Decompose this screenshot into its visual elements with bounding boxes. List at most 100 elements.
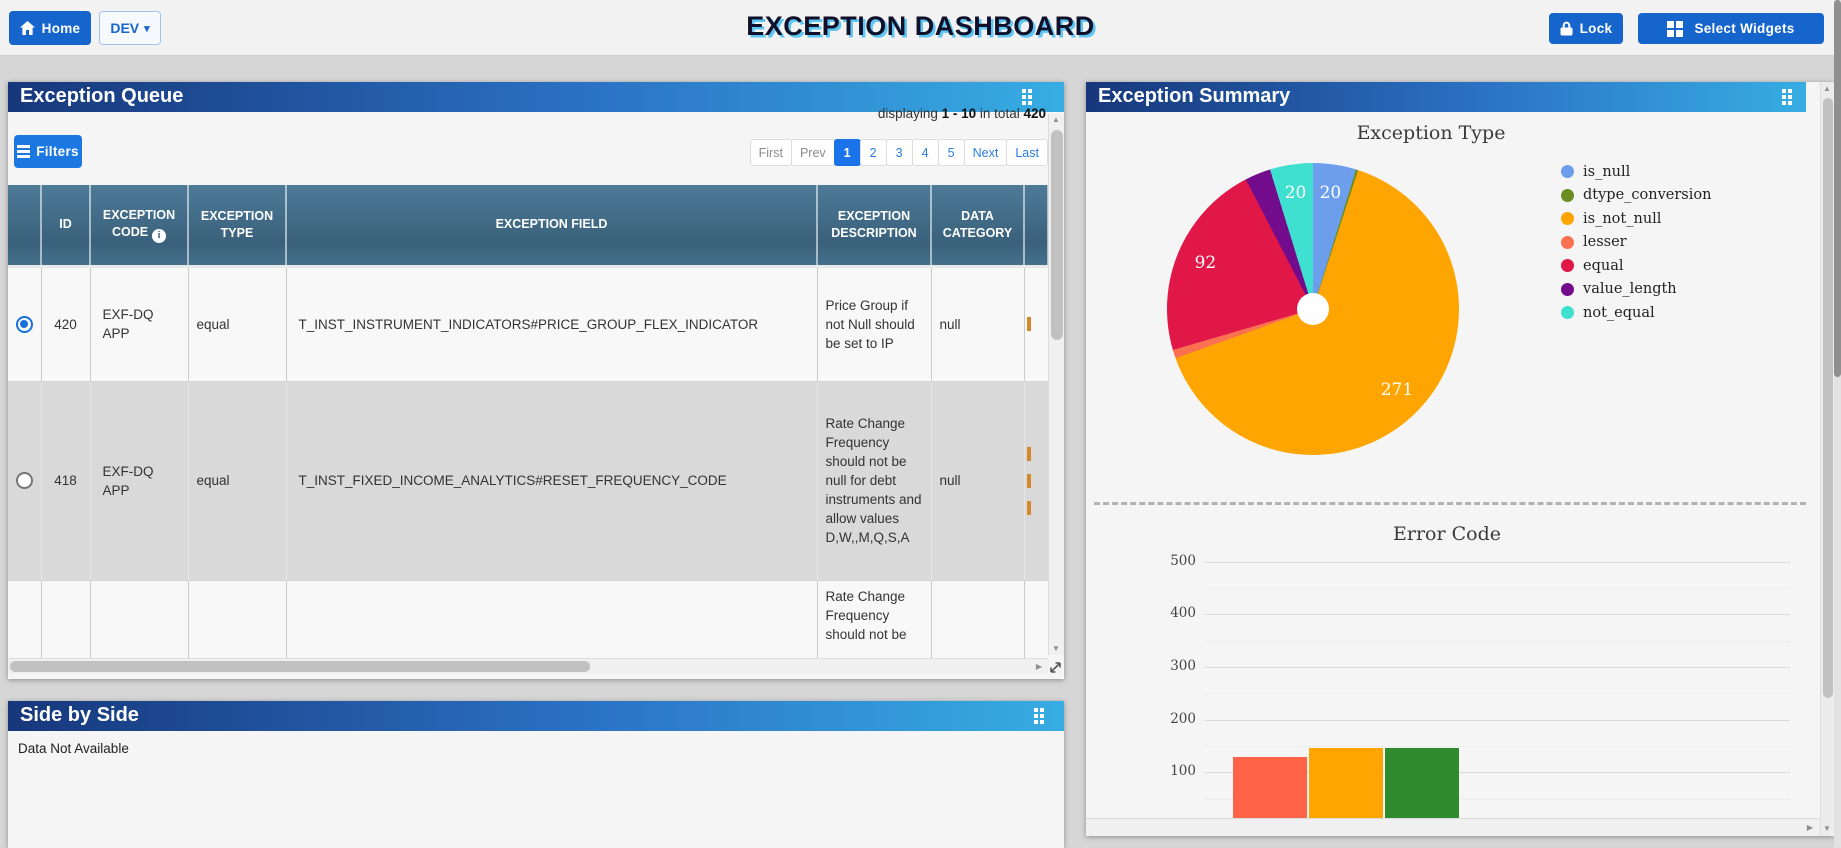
legend-item[interactable]: value_length	[1561, 278, 1711, 302]
pie-slice-value: 20	[1319, 183, 1342, 204]
cat-cell: null	[931, 266, 1025, 382]
type-cell: equal	[188, 381, 287, 581]
clipped-cell	[1024, 381, 1048, 581]
legend-label: not_equal	[1583, 304, 1655, 321]
scroll-up-arrow[interactable]: ▲	[1820, 85, 1834, 93]
legend-dot	[1561, 188, 1574, 202]
legend-dot	[1561, 235, 1574, 249]
legend-label: is_null	[1583, 163, 1631, 180]
lock-icon	[1560, 21, 1573, 36]
page-button-last[interactable]: Last	[1006, 139, 1048, 166]
scroll-down-arrow[interactable]: ▼	[1049, 645, 1063, 653]
pie-slice-value: 20	[1284, 183, 1307, 204]
exception-summary-header: Exception Summary	[1086, 82, 1806, 112]
y-axis-tick-label: 500	[1170, 552, 1196, 569]
drag-handle-icon[interactable]	[1022, 89, 1032, 105]
scroll-right-arrow[interactable]: ▶	[1032, 663, 1046, 671]
info-icon[interactable]: i	[152, 228, 167, 243]
pie-slice-value: 271	[1380, 380, 1414, 401]
select-widgets-button[interactable]: Select Widgets	[1638, 13, 1824, 44]
code-cell	[90, 580, 189, 658]
queue-horizontal-scroll-thumb[interactable]	[10, 661, 590, 672]
table-row: 420 EXF-DQ APP equal T_INST_INSTRUMENT_INDI…	[8, 266, 1048, 382]
exception-summary-title: Exception Summary	[1098, 85, 1291, 107]
cat-cell: null	[931, 381, 1025, 581]
type-cell	[188, 580, 287, 658]
page-scrollbar[interactable]	[1834, 0, 1841, 848]
legend-dot	[1561, 282, 1574, 296]
page-button-1[interactable]: 1	[833, 139, 861, 166]
exception-table: ID EXCEPTION CODE i EXCEPTION TYPE EXCEPTION…	[8, 185, 1048, 658]
queue-horizontal-scrollbar[interactable]: ▶	[8, 658, 1048, 674]
legend-item[interactable]: lesser	[1561, 231, 1711, 255]
field-cell: T_INST_FIXED_INCOME_ANALYTICS#RESET_FREQ…	[286, 381, 818, 581]
id-cell	[41, 580, 91, 658]
resize-handle-icon[interactable]	[1048, 660, 1063, 675]
pie-slice-value: 92	[1194, 253, 1217, 274]
menu-icon	[17, 145, 31, 158]
row-radio[interactable]	[15, 315, 33, 333]
side-by-side-header: Side by Side	[8, 701, 1064, 731]
legend-item[interactable]: is_not_null	[1561, 207, 1711, 231]
desc-cell: Rate Change Frequency should not be	[817, 580, 932, 658]
gridline	[1205, 561, 1790, 563]
exception-table-scroll: ID EXCEPTION CODE i EXCEPTION TYPE EXCEPTION…	[8, 185, 1048, 658]
code-cell: EXF-DQ APP	[90, 381, 189, 581]
legend-item[interactable]: equal	[1561, 254, 1711, 278]
pagination: First Prev 1 2 3 4 5 Next Last	[749, 139, 1048, 166]
table-header: ID EXCEPTION CODE i EXCEPTION TYPE EXCEPTION…	[8, 185, 1048, 268]
type-cell: equal	[188, 266, 287, 382]
page-button-3[interactable]: 3	[885, 139, 913, 166]
page-button-first[interactable]: First	[749, 139, 792, 166]
summary-horizontal-scrollbar[interactable]: ▶	[1086, 818, 1820, 836]
side-by-side-title: Side by Side	[20, 704, 139, 726]
gridline	[1205, 666, 1790, 668]
page-button-4[interactable]: 4	[911, 139, 939, 166]
column-header	[8, 185, 42, 268]
exception-summary-panel: Exception Summary Exception Type 20 271 92…	[1086, 82, 1834, 836]
gridline-minor	[1205, 693, 1790, 695]
page-button-next[interactable]: Next	[963, 139, 1008, 166]
legend-label: dtype_conversion	[1583, 187, 1712, 204]
page-button-2[interactable]: 2	[859, 139, 887, 166]
gridline	[1205, 614, 1790, 616]
legend-item[interactable]: not_equal	[1561, 301, 1711, 325]
grid-icon	[1667, 20, 1684, 37]
radio-cell	[8, 266, 42, 382]
filters-button[interactable]: Filters	[14, 135, 82, 168]
scroll-up-arrow[interactable]: ▲	[1049, 116, 1063, 124]
exception-queue-title: Exception Queue	[20, 85, 184, 107]
scroll-down-arrow[interactable]: ▼	[1820, 825, 1834, 833]
page-button-prev[interactable]: Prev	[790, 139, 835, 166]
id-cell: 420	[41, 266, 91, 382]
legend-item[interactable]: is_null	[1561, 160, 1711, 184]
drag-handle-icon[interactable]	[1782, 89, 1792, 105]
drag-handle-icon[interactable]	[1034, 708, 1044, 724]
lock-button[interactable]: Lock	[1549, 13, 1623, 44]
column-header: EXCEPTION CODE i	[90, 185, 189, 268]
page-scroll-thumb[interactable]	[1834, 0, 1841, 377]
clipped-cell	[1024, 580, 1048, 658]
select-widgets-label: Select Widgets	[1694, 21, 1795, 36]
summary-vertical-scroll-thumb[interactable]	[1823, 98, 1833, 698]
legend-label: value_length	[1583, 281, 1677, 298]
scroll-right-arrow[interactable]: ▶	[1803, 824, 1817, 832]
gridline	[1205, 719, 1790, 721]
page-button-5[interactable]: 5	[937, 139, 965, 166]
column-header: EXCEPTION DESCRIPTION	[817, 185, 932, 268]
column-header: EXCEPTION FIELD	[286, 185, 818, 268]
pie-legend: is_null dtype_conversion is_not_nulllesser…	[1561, 160, 1711, 325]
cat-cell	[931, 580, 1025, 658]
id-cell: 418	[41, 381, 91, 581]
legend-label: is_not_null	[1583, 210, 1662, 227]
displaying-range: 1 - 10	[941, 106, 977, 121]
y-axis-tick-label: 400	[1170, 605, 1196, 622]
queue-vertical-scroll-thumb[interactable]	[1051, 130, 1063, 340]
row-radio[interactable]	[15, 472, 33, 489]
legend-item[interactable]: dtype_conversion	[1561, 184, 1711, 208]
bar	[1385, 748, 1459, 818]
y-axis-tick-label: 300	[1170, 657, 1196, 674]
summary-vertical-scrollbar[interactable]: ▲ ▼	[1820, 82, 1834, 836]
filters-label: Filters	[36, 144, 79, 159]
queue-vertical-scrollbar[interactable]: ▲ ▼	[1048, 114, 1064, 655]
